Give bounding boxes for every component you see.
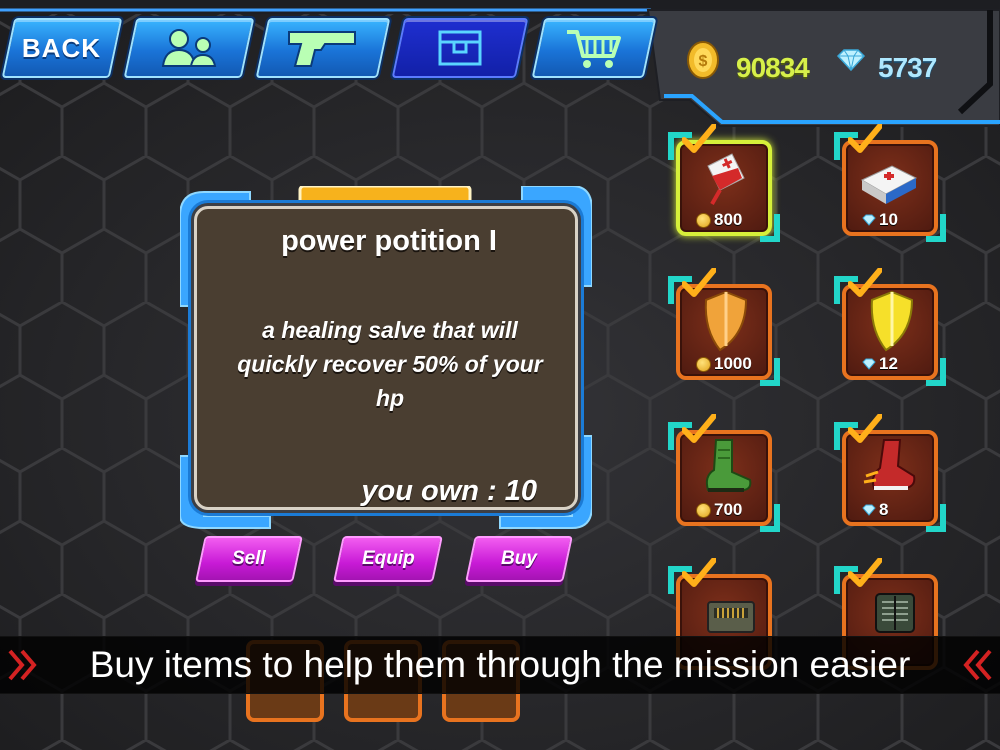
boot-icon [863, 439, 916, 490]
item-price: 800 [696, 210, 742, 230]
owned-check-icon [848, 558, 882, 587]
blood-bag-icon [707, 153, 745, 205]
item-detail-card: power potition I a healing salve that wi… [194, 206, 578, 510]
gem-icon [862, 214, 876, 226]
sell-button-label: Sell [232, 548, 266, 569]
owned-count: you own : 10 [361, 475, 537, 507]
item-slot-gold-shield[interactable]: 12 [834, 268, 946, 386]
owned-check-icon [682, 558, 716, 587]
back-button-label: BACK [22, 32, 102, 63]
gem-icon [862, 358, 876, 370]
boot-icon [705, 439, 752, 492]
shield-icon [704, 290, 748, 352]
owned-check-icon [848, 268, 882, 297]
item-price: 12 [862, 354, 898, 374]
shield-icon [870, 290, 914, 352]
item-slot-medkit[interactable]: 10 [834, 124, 946, 242]
owned-check-icon [682, 268, 716, 297]
item-price: 700 [696, 500, 742, 520]
sell-button[interactable]: Sell [195, 536, 303, 582]
owned-check-icon [682, 414, 716, 443]
owned-check-icon [848, 124, 882, 153]
tab-team[interactable] [123, 18, 255, 78]
gem-icon [862, 504, 876, 516]
coin-balance: 90834 [736, 52, 810, 83]
item-slot-blood-potion[interactable]: 800 [668, 124, 780, 242]
gem-icon [836, 49, 866, 72]
chevrons-left-icon [963, 649, 992, 681]
buy-button-label: Buy [501, 548, 537, 569]
inventory-box-icon [438, 30, 482, 66]
item-title: power potition I [281, 225, 497, 257]
item-slot-green-boots[interactable]: 700 [668, 414, 780, 532]
caption-text: Buy items to help them through the missi… [89, 644, 911, 685]
pistol-icon [288, 31, 356, 67]
owned-check-icon [848, 414, 882, 443]
team-icon [161, 29, 217, 67]
medkit-icon [860, 165, 918, 204]
coin-icon [696, 356, 711, 372]
svg-text:$: $ [699, 53, 708, 70]
buy-button[interactable]: Buy [465, 536, 573, 582]
tab-inventory[interactable] [391, 18, 529, 78]
item-price: 8 [862, 500, 888, 520]
item-slot-red-boots[interactable]: 8 [834, 414, 946, 532]
coin-icon [696, 502, 711, 518]
tab-weapons[interactable] [255, 18, 391, 78]
item-price: 10 [862, 210, 898, 230]
item-slot-bronze-shield[interactable]: 1000 [668, 268, 780, 386]
coin-icon [696, 212, 711, 228]
equip-button-label: Equip [361, 548, 415, 569]
equip-button[interactable]: Equip [333, 536, 443, 582]
item-detail-panel: power potition I a healing salve that wi… [180, 186, 592, 531]
coin-icon: $ [687, 41, 719, 79]
back-button[interactable]: BACK [1, 18, 123, 78]
ammo-icon [707, 601, 755, 633]
owned-check-icon [682, 124, 716, 153]
caption-banner: Buy items to help them through the missi… [0, 636, 1000, 694]
item-price: 1000 [696, 354, 752, 374]
tab-shop[interactable] [531, 18, 657, 78]
shopping-cart-icon [567, 30, 621, 68]
item-description: a healing salve that will quickly recove… [237, 317, 543, 411]
currency-panel: $ 90834 5737 [660, 14, 1000, 124]
gem-balance: 5737 [878, 52, 937, 83]
vest-icon [875, 593, 915, 633]
